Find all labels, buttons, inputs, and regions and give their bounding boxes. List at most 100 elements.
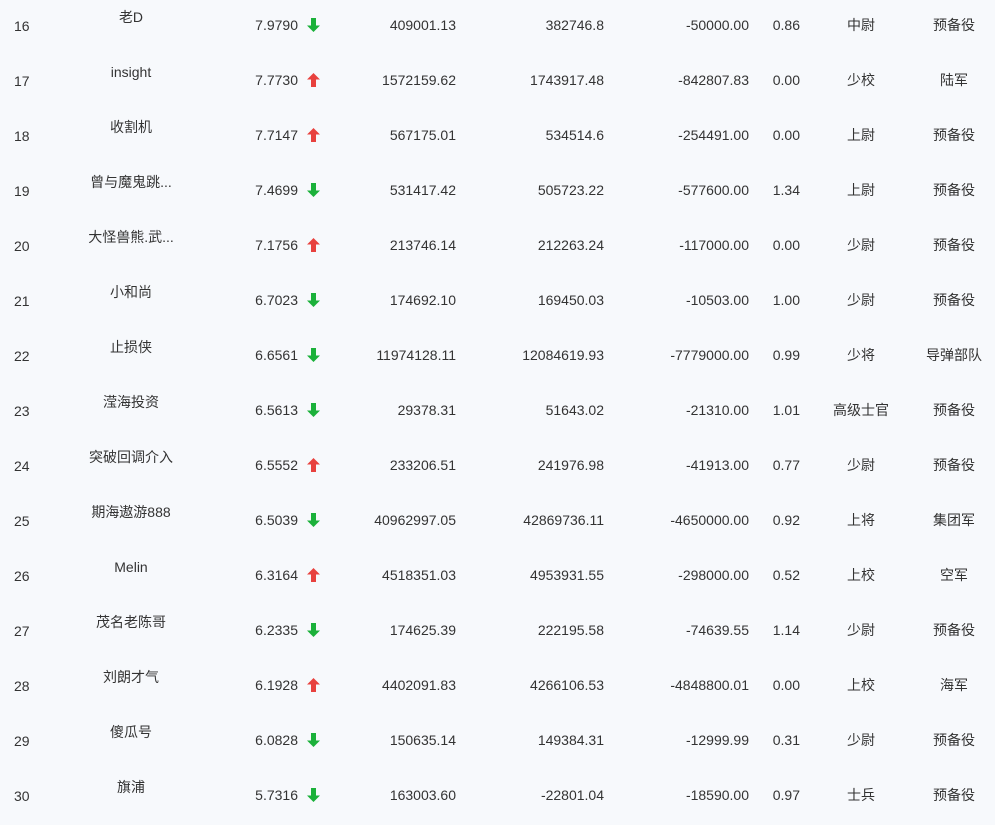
ratio-value: 0.31	[772, 732, 800, 748]
military-rank: 少将	[847, 347, 875, 363]
military-rank: 少尉	[847, 292, 875, 308]
value-2: 42869736.11	[523, 512, 604, 528]
value-1: 163003.60	[389, 787, 456, 803]
value-2: 12084619.93	[522, 347, 604, 363]
military-branch: 陆军	[940, 72, 968, 88]
trader-name[interactable]: insight	[72, 62, 190, 82]
trader-name[interactable]: 老D	[72, 7, 190, 27]
ratio-value: 0.00	[772, 677, 800, 693]
value-1: 213746.14	[389, 237, 456, 253]
trader-name[interactable]: 期海遨游888	[72, 502, 190, 522]
value-1: 174692.10	[389, 292, 456, 308]
arrow-up-icon	[307, 235, 321, 255]
trader-name[interactable]: 旗浦	[72, 777, 190, 797]
score-value: 7.9790	[255, 17, 298, 33]
value-3: -298000.00	[678, 567, 749, 583]
trader-name[interactable]: 止损侠	[72, 337, 190, 357]
military-branch: 导弹部队	[926, 347, 982, 363]
value-3: -21310.00	[685, 402, 749, 418]
value-3: -4848800.01	[670, 677, 749, 693]
ratio-value: 0.92	[772, 512, 800, 528]
value-2: 222195.58	[537, 622, 604, 638]
rank-number: 25	[14, 513, 30, 529]
ratio-value: 1.34	[772, 182, 800, 198]
value-3: -254491.00	[678, 127, 749, 143]
ratio-value: 0.97	[772, 787, 800, 803]
trader-name[interactable]: 滢海投资	[72, 392, 190, 412]
military-branch: 预备役	[933, 402, 975, 418]
military-rank: 士兵	[847, 787, 875, 803]
arrow-up-icon	[307, 675, 321, 695]
arrow-up-icon	[307, 70, 321, 90]
value-3: -74639.55	[685, 622, 749, 638]
trader-name[interactable]: 刘朗才气	[72, 667, 190, 687]
value-3: -842807.83	[678, 72, 749, 88]
rank-number: 24	[14, 458, 30, 474]
trader-name[interactable]: 突破回调介入	[72, 447, 190, 467]
value-3: -577600.00	[678, 182, 749, 198]
ratio-value: 0.00	[772, 72, 800, 88]
table-row: 30 旗浦 5.7316 163003.60 -22801.04 -18590.…	[0, 770, 995, 825]
rank-number: 27	[14, 623, 30, 639]
ratio-value: 0.77	[772, 457, 800, 473]
value-1: 1572159.62	[382, 72, 456, 88]
trader-name[interactable]: 曾与魔鬼跳...	[72, 172, 190, 192]
arrow-up-icon	[307, 565, 321, 585]
table-row: 21 小和尚 6.7023 174692.10 169450.03 -10503…	[0, 275, 995, 330]
military-rank: 中尉	[847, 17, 875, 33]
value-1: 567175.01	[389, 127, 456, 143]
rank-number: 22	[14, 348, 30, 364]
ratio-value: 1.00	[772, 292, 800, 308]
value-3: -7779000.00	[670, 347, 749, 363]
table-row: 17 insight 7.7730 1572159.62 1743917.48 …	[0, 55, 995, 110]
trader-name[interactable]: 傻瓜号	[72, 722, 190, 742]
table-row: 23 滢海投资 6.5613 29378.31 51643.02 -21310.…	[0, 385, 995, 440]
score-value: 7.7730	[255, 72, 298, 88]
value-1: 150635.14	[389, 732, 456, 748]
value-2: 4953931.55	[530, 567, 604, 583]
value-2: 534514.6	[545, 127, 604, 143]
value-1: 11974128.11	[376, 347, 456, 363]
trader-name[interactable]: Melin	[72, 557, 190, 577]
military-branch: 预备役	[933, 622, 975, 638]
arrow-down-icon	[307, 730, 321, 750]
value-2: 241976.98	[537, 457, 604, 473]
ratio-value: 0.00	[772, 237, 800, 253]
military-rank: 上尉	[847, 127, 875, 143]
table-row: 29 傻瓜号 6.0828 150635.14 149384.31 -12999…	[0, 715, 995, 770]
ratio-value: 1.14	[772, 622, 800, 638]
score-value: 7.4699	[255, 182, 298, 198]
score-value: 6.3164	[255, 567, 298, 583]
score-value: 5.7316	[255, 787, 298, 803]
value-1: 40962997.05	[374, 512, 456, 528]
military-rank: 上尉	[847, 182, 875, 198]
value-3: -4650000.00	[670, 512, 749, 528]
arrow-down-icon	[307, 510, 321, 530]
military-rank: 上校	[847, 677, 875, 693]
military-rank: 上校	[847, 567, 875, 583]
trader-name[interactable]: 茂名老陈哥	[72, 612, 190, 632]
military-branch: 集团军	[933, 512, 975, 528]
military-branch: 海军	[940, 677, 968, 693]
table-row: 26 Melin 6.3164 4518351.03 4953931.55 -2…	[0, 550, 995, 605]
ratio-value: 0.86	[772, 17, 800, 33]
score-value: 6.1928	[255, 677, 298, 693]
value-2: 212263.24	[537, 237, 604, 253]
trader-name[interactable]: 收割机	[72, 117, 190, 137]
ratio-value: 1.01	[772, 402, 800, 418]
arrow-down-icon	[307, 620, 321, 640]
table-row: 25 期海遨游888 6.5039 40962997.05 42869736.1…	[0, 495, 995, 550]
arrow-up-icon	[307, 455, 321, 475]
value-1: 4518351.03	[382, 567, 456, 583]
score-value: 6.5039	[255, 512, 298, 528]
table-row: 16 老D 7.9790 409001.13 382746.8 -50000.0…	[0, 0, 995, 55]
military-rank: 少尉	[847, 622, 875, 638]
arrow-down-icon	[307, 15, 321, 35]
value-3: -50000.00	[685, 17, 749, 33]
value-1: 531417.42	[389, 182, 456, 198]
arrow-down-icon	[307, 180, 321, 200]
military-rank: 少尉	[847, 237, 875, 253]
rank-number: 20	[14, 238, 30, 254]
trader-name[interactable]: 大怪兽熊.武...	[72, 227, 190, 247]
trader-name[interactable]: 小和尚	[72, 282, 190, 302]
